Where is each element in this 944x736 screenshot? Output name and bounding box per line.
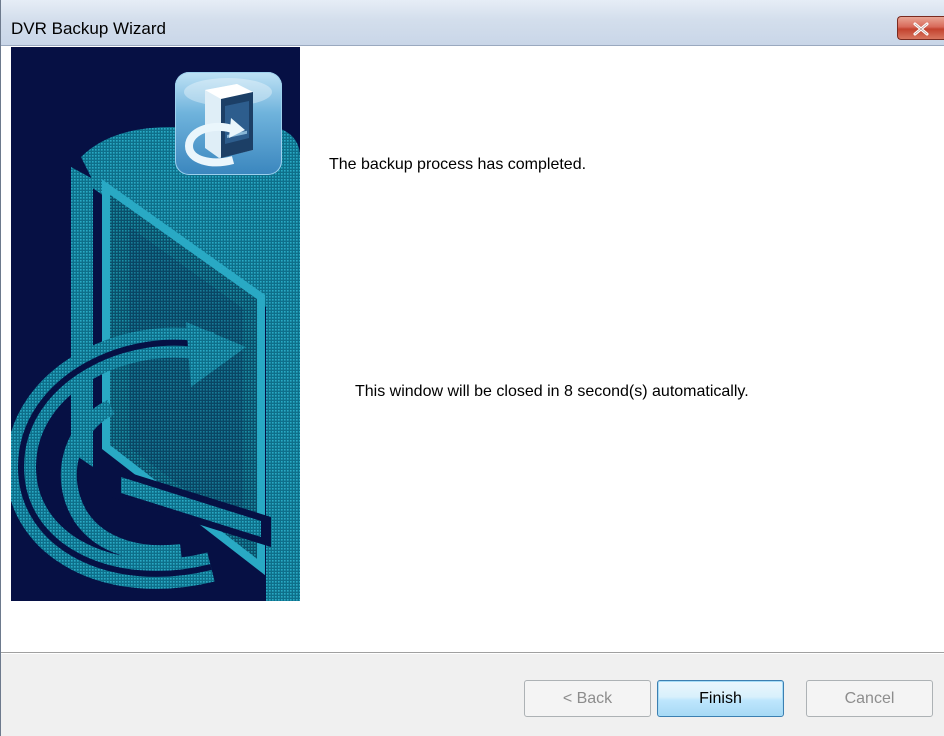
computer-backup-icon <box>175 72 282 175</box>
close-button[interactable] <box>897 16 944 40</box>
auto-close-message: This window will be closed in 8 second(s… <box>355 383 749 400</box>
title-bar[interactable]: DVR Backup Wizard <box>1 0 944 46</box>
finish-button[interactable]: Finish <box>657 680 784 717</box>
status-message: The backup process has completed. <box>329 156 587 173</box>
wizard-side-banner <box>11 47 300 601</box>
cancel-button[interactable]: Cancel <box>806 680 933 717</box>
button-bar <box>1 652 944 736</box>
window-title: DVR Backup Wizard <box>11 19 166 38</box>
close-icon <box>913 22 929 36</box>
back-button[interactable]: < Back <box>524 680 651 717</box>
wizard-window: DVR Backup Wizard The backup process has… <box>0 0 944 736</box>
divider <box>1 653 944 654</box>
